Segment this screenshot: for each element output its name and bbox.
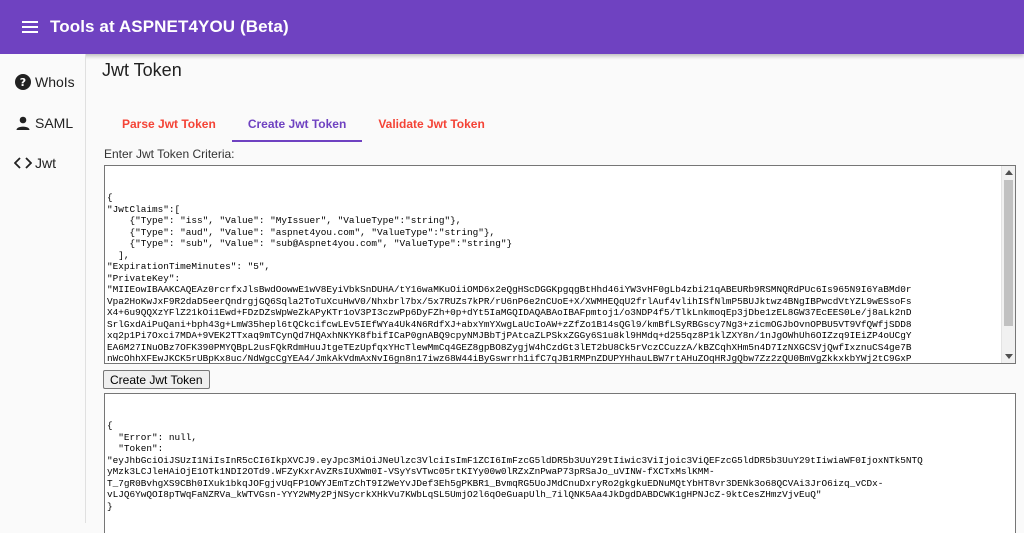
scrollbar-thumb[interactable] [1004, 180, 1013, 326]
sidebar: ? WhoIs SAML Jwt [0, 54, 86, 523]
sidebar-item-label: Jwt [35, 155, 56, 171]
app-title: Tools at ASPNET4YOU (Beta) [50, 17, 289, 36]
tab-validate-jwt[interactable]: Validate Jwt Token [362, 106, 500, 142]
app-bar: Tools at ASPNET4YOU (Beta) [0, 0, 1024, 54]
menu-icon[interactable] [22, 21, 38, 33]
scroll-up-arrow-icon[interactable] [1005, 170, 1013, 175]
sidebar-item-whois[interactable]: ? WhoIs [14, 73, 75, 91]
person-icon [14, 114, 32, 132]
sidebar-item-label: WhoIs [35, 74, 75, 90]
result-output[interactable]: { "Error": null, "Token": "eyJhbGciOiJSU… [104, 393, 1016, 533]
tab-bar: Parse Jwt Token Create Jwt Token Validat… [106, 106, 501, 142]
create-jwt-token-button[interactable]: Create Jwt Token [103, 370, 210, 389]
page-title: Jwt Token [102, 60, 182, 80]
tab-parse-jwt[interactable]: Parse Jwt Token [106, 106, 232, 142]
svg-text:?: ? [20, 76, 26, 89]
tab-create-jwt[interactable]: Create Jwt Token [231, 106, 363, 142]
result-text: { "Error": null, "Token": "eyJhbGciOiJSU… [107, 420, 923, 512]
help-circle-icon: ? [14, 73, 32, 91]
code-icon [14, 154, 32, 172]
sidebar-item-saml[interactable]: SAML [14, 114, 73, 132]
sidebar-item-jwt[interactable]: Jwt [14, 154, 56, 172]
criteria-text: { "JwtClaims":[ {"Type": "iss", "Value":… [107, 192, 912, 364]
sidebar-item-label: SAML [35, 115, 74, 131]
textarea-scrollbar[interactable] [1001, 166, 1015, 363]
criteria-label: Enter Jwt Token Criteria: [104, 147, 235, 161]
main-content: Jwt Token Parse Jwt Token Create Jwt Tok… [86, 54, 1024, 533]
criteria-textarea[interactable]: { "JwtClaims":[ {"Type": "iss", "Value":… [104, 165, 1016, 364]
scroll-down-arrow-icon[interactable] [1005, 354, 1013, 359]
